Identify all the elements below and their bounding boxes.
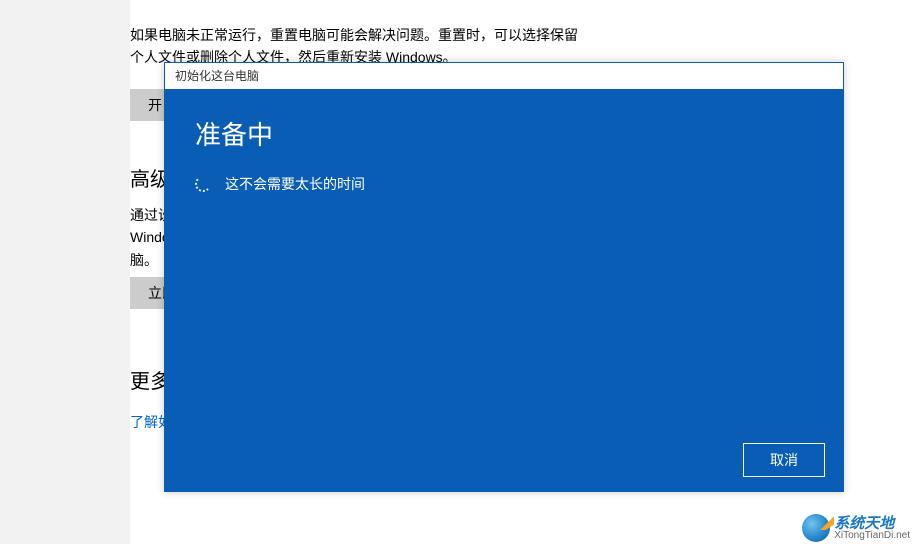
dialog-titlebar: 初始化这台电脑 [165, 63, 843, 89]
spinner-icon [195, 176, 211, 192]
cancel-button[interactable]: 取消 [743, 443, 825, 477]
watermark: 系统天地 XiTongTianDi.net [802, 514, 910, 542]
watermark-line1: 系统天地 [834, 516, 910, 531]
watermark-line2: XiTongTianDi.net [834, 531, 910, 541]
reset-pc-dialog: 初始化这台电脑 准备中 这不会需要太长的时间 取消 [164, 62, 844, 492]
watermark-text: 系统天地 XiTongTianDi.net [834, 516, 910, 541]
progress-row: 这不会需要太长的时间 [195, 174, 813, 194]
left-gutter [0, 0, 130, 544]
dialog-footer: 取消 [743, 443, 825, 477]
progress-text: 这不会需要太长的时间 [225, 174, 365, 194]
dialog-heading: 准备中 [195, 115, 813, 152]
dialog-body: 准备中 这不会需要太长的时间 取消 [165, 89, 843, 491]
desc-line1: 如果电脑未正常运行，重置电脑可能会解决问题。重置时，可以选择保留 [130, 27, 578, 43]
globe-icon [802, 514, 830, 542]
